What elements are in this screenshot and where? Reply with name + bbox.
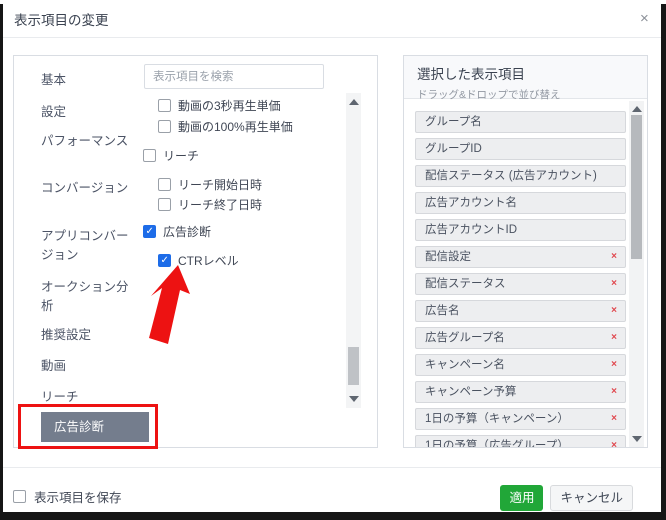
selected-item-label: 1日の予算（広告グループ） <box>425 440 569 447</box>
remove-icon[interactable]: × <box>611 382 617 402</box>
selected-item-label: 広告名 <box>425 305 460 317</box>
selected-item[interactable]: 広告名 × <box>415 300 626 322</box>
selected-items-title: 選択した表示項目 <box>417 63 647 83</box>
checkbox-icon[interactable] <box>158 198 171 211</box>
checkbox-label: 動画の100%再生単価 <box>178 118 293 135</box>
checkbox-label: CTRレベル <box>178 252 239 269</box>
selected-item-label: 配信ステータス <box>425 278 506 290</box>
apply-button[interactable]: 適用 <box>500 485 543 511</box>
checkbox-icon[interactable] <box>158 254 171 267</box>
scroll-up-icon[interactable] <box>349 99 359 105</box>
checkbox-label: リーチ終了日時 <box>178 196 262 213</box>
cancel-button[interactable]: キャンセル <box>550 485 633 511</box>
selected-item-label: 広告アカウント名 <box>425 197 517 209</box>
save-columns-label: 表示項目を保存 <box>34 487 122 506</box>
scroll-down-icon[interactable] <box>632 436 642 442</box>
selected-item[interactable]: キャンペーン予算 × <box>415 381 626 403</box>
remove-icon[interactable]: × <box>611 274 617 294</box>
right-scrollbar-thumb[interactable] <box>631 115 642 259</box>
selected-item[interactable]: キャンペーン名 × <box>415 354 626 376</box>
selected-item[interactable]: 広告アカウントID <box>415 219 626 241</box>
search-input[interactable] <box>144 64 324 89</box>
selected-item-label: 1日の予算（キャンペーン） <box>425 413 569 425</box>
remove-icon[interactable]: × <box>611 436 617 447</box>
selected-item[interactable]: グループ名 <box>415 111 626 133</box>
middle-scrollbar-thumb[interactable] <box>348 347 359 385</box>
selected-item[interactable]: 1日の予算（キャンペーン） × <box>415 408 626 430</box>
sidebar-item-10[interactable]: 広告診断 <box>41 412 149 442</box>
scroll-down-icon[interactable] <box>349 396 359 402</box>
checkbox-icon[interactable] <box>143 149 156 162</box>
scroll-up-icon[interactable] <box>632 106 642 112</box>
selected-item[interactable]: 広告アカウント名 <box>415 192 626 214</box>
window-frame-bottom <box>0 512 666 520</box>
window-frame-left <box>0 4 3 520</box>
remove-icon[interactable]: × <box>611 409 617 429</box>
header-divider <box>0 37 666 38</box>
selected-items-list: グループ名グループID 配信ステータス (広告アカウント) 広告アカウント名広告アカ… <box>404 100 647 447</box>
checkbox-row-4[interactable]: リーチ開始日時 <box>158 176 262 193</box>
checkbox-row-6[interactable]: 広告診断 <box>143 223 211 240</box>
sidebar-item-1[interactable]: 基本 <box>41 71 137 90</box>
close-icon[interactable]: × <box>640 11 649 27</box>
checkbox-label: リーチ <box>163 147 199 164</box>
selected-item-label: キャンペーン予算 <box>425 386 516 398</box>
footer-divider <box>0 467 666 468</box>
sidebar-item-3[interactable]: パフォーマンス <box>41 132 137 151</box>
checkbox-row-7[interactable]: CTRレベル <box>158 252 239 269</box>
sidebar-item-5[interactable]: アプリコンバージョン <box>41 227 137 265</box>
checkbox-row-2[interactable]: 動画の100%再生単価 <box>158 118 293 135</box>
sidebar-item-7[interactable]: 推奨設定 <box>41 326 137 345</box>
dialog-title: 表示項目の変更 <box>14 9 109 29</box>
checkbox-row-1[interactable]: 動画の3秒再生単価 <box>158 97 281 114</box>
checkbox-icon[interactable] <box>158 120 171 133</box>
selected-item-label: 配信ステータス (広告アカウント) <box>425 170 597 182</box>
sidebar-item-8[interactable]: 動画 <box>41 357 137 376</box>
selected-items-header: 選択した表示項目 ドラッグ&ドロップで並び替え <box>404 56 647 99</box>
checkbox-row-3[interactable]: リーチ <box>143 147 199 164</box>
selected-item-label: 配信設定 <box>425 251 471 263</box>
checkbox-icon[interactable] <box>13 490 26 503</box>
selected-items-panel: 選択した表示項目 ドラッグ&ドロップで並び替え グループ名グループID 配信ステー… <box>403 55 648 448</box>
sidebar-item-2[interactable]: 設定 <box>41 103 137 122</box>
selected-item[interactable]: 配信ステータス (広告アカウント) <box>415 165 626 187</box>
checkbox-icon[interactable] <box>158 178 171 191</box>
selected-item-label: グループ名 <box>425 116 482 128</box>
remove-icon[interactable]: × <box>611 355 617 375</box>
checkbox-label: リーチ開始日時 <box>178 176 262 193</box>
selected-item-label: 広告アカウントID <box>425 224 517 236</box>
sidebar-item-9[interactable]: リーチ <box>41 388 137 407</box>
remove-icon[interactable]: × <box>611 328 617 348</box>
checkbox-row-5[interactable]: リーチ終了日時 <box>158 196 262 213</box>
sidebar-item-4[interactable]: コンバージョン <box>41 179 137 198</box>
selected-item[interactable]: 広告グループ名 × <box>415 327 626 349</box>
checkbox-icon[interactable] <box>143 225 156 238</box>
selected-item[interactable]: 配信ステータス × <box>415 273 626 295</box>
selected-item-label: 広告グループ名 <box>425 332 505 344</box>
selected-item[interactable]: グループID <box>415 138 626 160</box>
right-scrollbar[interactable] <box>629 101 644 447</box>
save-columns-checkbox[interactable]: 表示項目を保存 <box>13 487 122 506</box>
middle-scrollbar[interactable] <box>346 93 361 408</box>
window-frame-right <box>661 4 666 520</box>
checkbox-label: 動画の3秒再生単価 <box>178 97 281 114</box>
checkbox-label: 広告診断 <box>163 223 211 240</box>
selected-item[interactable]: 配信設定 × <box>415 246 626 268</box>
selected-item-label: グループID <box>425 143 482 155</box>
remove-icon[interactable]: × <box>611 301 617 321</box>
sidebar-item-6[interactable]: オークション分析 <box>41 278 137 316</box>
remove-icon[interactable]: × <box>611 247 617 267</box>
checkbox-icon[interactable] <box>158 99 171 112</box>
selected-item[interactable]: 1日の予算（広告グループ） × <box>415 435 626 447</box>
selected-item-label: キャンペーン名 <box>425 359 505 371</box>
